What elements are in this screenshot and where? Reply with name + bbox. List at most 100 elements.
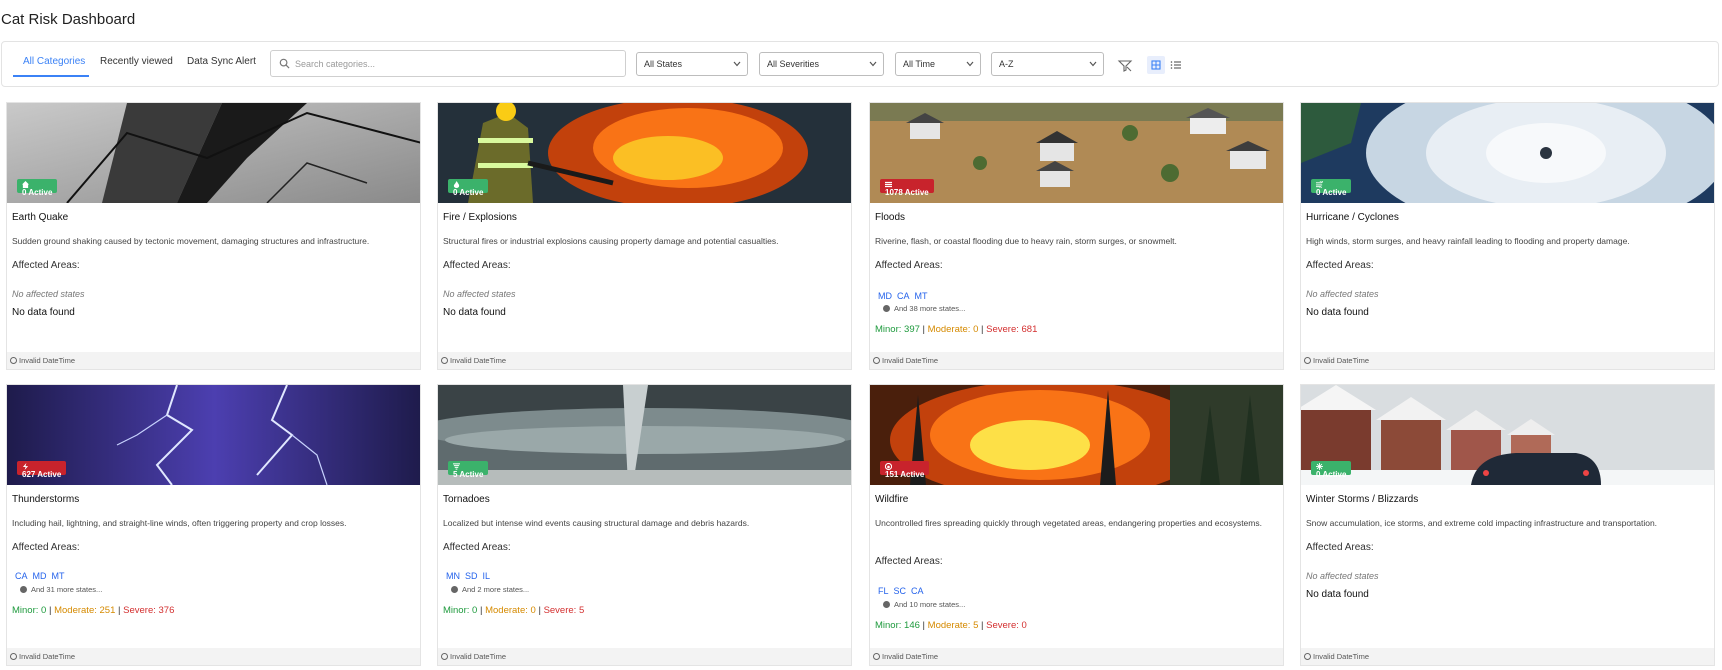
- state-link[interactable]: CA: [897, 291, 910, 301]
- category-card-tornadoes[interactable]: 5 Active Tornadoes Localized but intense…: [437, 384, 852, 666]
- search-icon: [279, 58, 290, 69]
- category-card-thunderstorms[interactable]: 627 Active Thunderstorms Including hail,…: [6, 384, 421, 666]
- category-card-floods[interactable]: 1078 Active Floods Riverine, flash, or c…: [869, 102, 1284, 370]
- fire-image: 0 Active: [438, 103, 851, 203]
- clock-icon: [10, 653, 17, 660]
- state-link[interactable]: MT: [915, 291, 928, 301]
- active-badge-label: 5 Active: [453, 470, 484, 479]
- card-footer: Invalid DateTime: [870, 648, 1283, 665]
- search-input[interactable]: [295, 55, 615, 73]
- list-view-icon[interactable]: [1167, 56, 1185, 74]
- no-data-text: No data found: [1306, 589, 1369, 600]
- active-tab-indicator: [13, 75, 89, 77]
- card-title: Fire / Explosions: [443, 212, 517, 223]
- card-description: Uncontrolled fires spreading quickly thr…: [875, 518, 1262, 528]
- sort-select[interactable]: A-Z: [991, 52, 1104, 76]
- active-badge: 5 Active: [448, 461, 489, 479]
- state-link[interactable]: FL: [878, 586, 889, 596]
- card-footer: Invalid DateTime: [7, 352, 420, 369]
- more-states-label: And 10 more states...: [894, 600, 966, 609]
- severity-summary: Minor: 0 | Moderate: 251 | Severe: 376: [12, 605, 175, 616]
- no-data-text: No data found: [12, 307, 75, 318]
- clock-icon: [1304, 653, 1311, 660]
- affected-states-list: CA MD MT: [15, 571, 70, 581]
- affected-areas-label: Affected Areas:: [443, 260, 511, 271]
- no-affected-states: No affected states: [12, 289, 85, 299]
- card-title: Winter Storms / Blizzards: [1306, 494, 1419, 505]
- fire-icon: [885, 463, 892, 470]
- active-badge: 1078 Active: [880, 179, 934, 197]
- minor-label: Minor:: [443, 605, 470, 616]
- more-states[interactable]: And 38 more states...: [883, 304, 965, 313]
- affected-areas-label: Affected Areas:: [1306, 260, 1374, 271]
- footer-timestamp: Invalid DateTime: [19, 652, 75, 661]
- footer-timestamp: Invalid DateTime: [882, 652, 938, 661]
- card-description: Structural fires or industrial explosion…: [443, 236, 779, 246]
- category-card-wildfire[interactable]: 151 Active Wildfire Uncontrolled fires s…: [869, 384, 1284, 666]
- affected-areas-label: Affected Areas:: [443, 542, 511, 553]
- wind-icon: [1316, 181, 1323, 188]
- footer-timestamp: Invalid DateTime: [19, 356, 75, 365]
- severity-summary: Minor: 146 | Moderate: 5 | Severe: 0: [875, 620, 1027, 631]
- filter-clear-icon[interactable]: [1116, 56, 1134, 74]
- state-link[interactable]: MN: [446, 571, 460, 581]
- card-title: Floods: [875, 212, 906, 223]
- time-select[interactable]: All Time: [895, 52, 981, 76]
- clock-icon: [1304, 357, 1311, 364]
- more-states[interactable]: And 2 more states...: [451, 585, 529, 594]
- footer-timestamp: Invalid DateTime: [882, 356, 938, 365]
- no-affected-states: No affected states: [1306, 571, 1379, 581]
- state-link[interactable]: CA: [15, 571, 28, 581]
- tornado-icon: [453, 463, 460, 470]
- state-link[interactable]: SD: [465, 571, 478, 581]
- house-icon: [22, 181, 29, 188]
- affected-areas-label: Affected Areas:: [1306, 542, 1374, 553]
- states-select[interactable]: All States: [636, 52, 748, 76]
- category-card-fire-explosions[interactable]: 0 Active Fire / Explosions Structural fi…: [437, 102, 852, 370]
- hurricane-image: 0 Active: [1301, 103, 1714, 203]
- moderate-label: Moderate:: [54, 605, 97, 616]
- severe-count: 376: [158, 605, 175, 616]
- severities-select-value: All Severities: [767, 59, 820, 69]
- active-badge-label: 0 Active: [453, 188, 484, 197]
- state-link[interactable]: SC: [894, 586, 907, 596]
- active-badge: 0 Active: [17, 179, 58, 197]
- minor-count: 146: [904, 620, 920, 631]
- severe-count: 0: [1021, 620, 1027, 631]
- card-description: Snow accumulation, ice storms, and extre…: [1306, 518, 1658, 528]
- plus-icon: [20, 586, 27, 593]
- card-description: High winds, storm surges, and heavy rain…: [1306, 236, 1630, 246]
- state-link[interactable]: IL: [483, 571, 491, 581]
- severities-select[interactable]: All Severities: [759, 52, 884, 76]
- tab-all-categories[interactable]: All Categories: [23, 56, 85, 67]
- more-states-label: And 38 more states...: [894, 304, 966, 313]
- more-states[interactable]: And 10 more states...: [883, 600, 965, 609]
- state-link[interactable]: MD: [33, 571, 47, 581]
- card-footer: Invalid DateTime: [870, 352, 1283, 369]
- severe-count: 5: [578, 605, 585, 616]
- moderate-count: 5: [973, 620, 979, 631]
- severe-label: Severe:: [123, 605, 156, 616]
- state-link[interactable]: MD: [878, 291, 892, 301]
- filter-toolbar: All Categories Recently viewed Data Sync…: [1, 41, 1719, 87]
- card-description: Sudden ground shaking caused by tectonic…: [12, 236, 370, 246]
- tab-data-sync-alert[interactable]: Data Sync Alert: [187, 56, 256, 67]
- footer-timestamp: Invalid DateTime: [450, 652, 506, 661]
- category-card-winter-storms[interactable]: 0 Active Winter Storms / Blizzards Snow …: [1300, 384, 1715, 666]
- severity-summary: Minor: 397 | Moderate: 0 | Severe: 681: [875, 324, 1038, 335]
- state-link[interactable]: MT: [52, 571, 65, 581]
- active-badge: 151 Active: [880, 461, 930, 479]
- state-link[interactable]: CA: [911, 586, 924, 596]
- no-affected-states: No affected states: [1306, 289, 1379, 299]
- category-card-hurricane-cyclones[interactable]: 0 Active Hurricane / Cyclones High winds…: [1300, 102, 1715, 370]
- affected-areas-label: Affected Areas:: [12, 542, 80, 553]
- grid-view-icon[interactable]: [1147, 56, 1165, 74]
- search-box[interactable]: [270, 50, 626, 77]
- tab-recently-viewed[interactable]: Recently viewed: [100, 56, 173, 67]
- category-card-earth-quake[interactable]: 0 Active Earth Quake Sudden ground shaki…: [6, 102, 421, 370]
- card-description: Riverine, flash, or coastal flooding due…: [875, 236, 1177, 246]
- active-badge-label: 1078 Active: [885, 188, 929, 197]
- no-data-text: No data found: [443, 307, 506, 318]
- moderate-count: 0: [973, 324, 979, 335]
- more-states[interactable]: And 31 more states...: [20, 585, 102, 594]
